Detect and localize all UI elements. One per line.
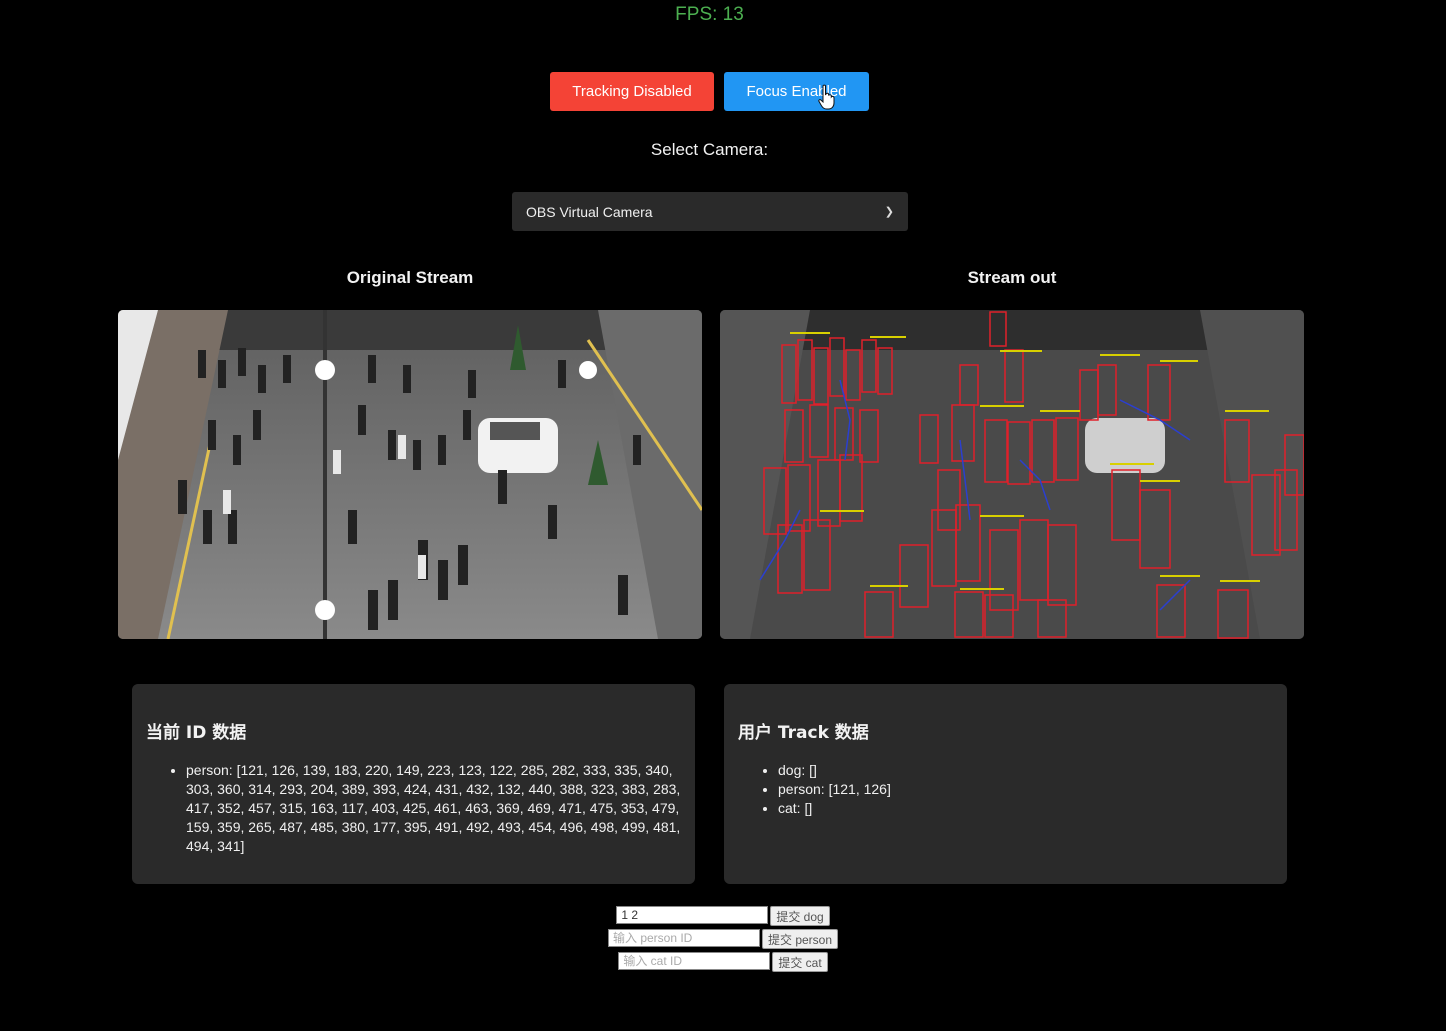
- camera-select-value: OBS Virtual Camera: [526, 203, 653, 220]
- user-track-data-panel: 用户 Track 数据 dog: [] person: [121, 126] c…: [724, 684, 1287, 884]
- list-item: cat: []: [778, 799, 1273, 818]
- original-stream-title: Original Stream: [346, 268, 474, 287]
- camera-select-label: Select Camera:: [650, 140, 769, 159]
- submit-cat-button[interactable]: 提交 cat: [772, 952, 828, 972]
- current-id-data-list: person: [121, 126, 139, 183, 220, 149, 2…: [146, 761, 681, 856]
- submit-person-button[interactable]: 提交 person: [761, 929, 839, 949]
- user-track-data-list: dog: [] person: [121, 126] cat: []: [738, 761, 1273, 818]
- stream-out-video: [720, 310, 1304, 639]
- list-item: dog: []: [778, 761, 1273, 780]
- fps-counter: FPS: 13: [675, 4, 744, 25]
- list-item: person: [121, 126, 139, 183, 220, 149, 2…: [186, 761, 681, 856]
- list-item: person: [121, 126]: [778, 780, 1273, 799]
- person-id-input[interactable]: [607, 929, 760, 947]
- camera-select[interactable]: OBS Virtual Camera ❯: [512, 192, 908, 231]
- tracking-toggle-button[interactable]: Tracking Disabled: [550, 72, 714, 111]
- submit-dog-button[interactable]: 提交 dog: [770, 906, 830, 926]
- dog-id-input[interactable]: [616, 906, 769, 924]
- dog-id-form: 提交 dog: [0, 906, 1446, 926]
- stream-out-title: Stream out: [967, 268, 1057, 287]
- chevron-down-icon: ❯: [884, 206, 894, 218]
- current-id-data-title: 当前 ID 数据: [146, 723, 247, 743]
- current-id-data-panel: 当前 ID 数据 person: [121, 126, 139, 183, 22…: [132, 684, 695, 884]
- original-stream-video: [118, 310, 702, 639]
- person-id-form: 提交 person: [0, 929, 1446, 949]
- cat-id-input[interactable]: [618, 952, 771, 970]
- cat-id-form: 提交 cat: [0, 952, 1446, 972]
- focus-toggle-button[interactable]: Focus Enabled: [724, 72, 869, 111]
- hand-pointer-icon: [818, 84, 835, 110]
- user-track-data-title: 用户 Track 数据: [738, 723, 869, 743]
